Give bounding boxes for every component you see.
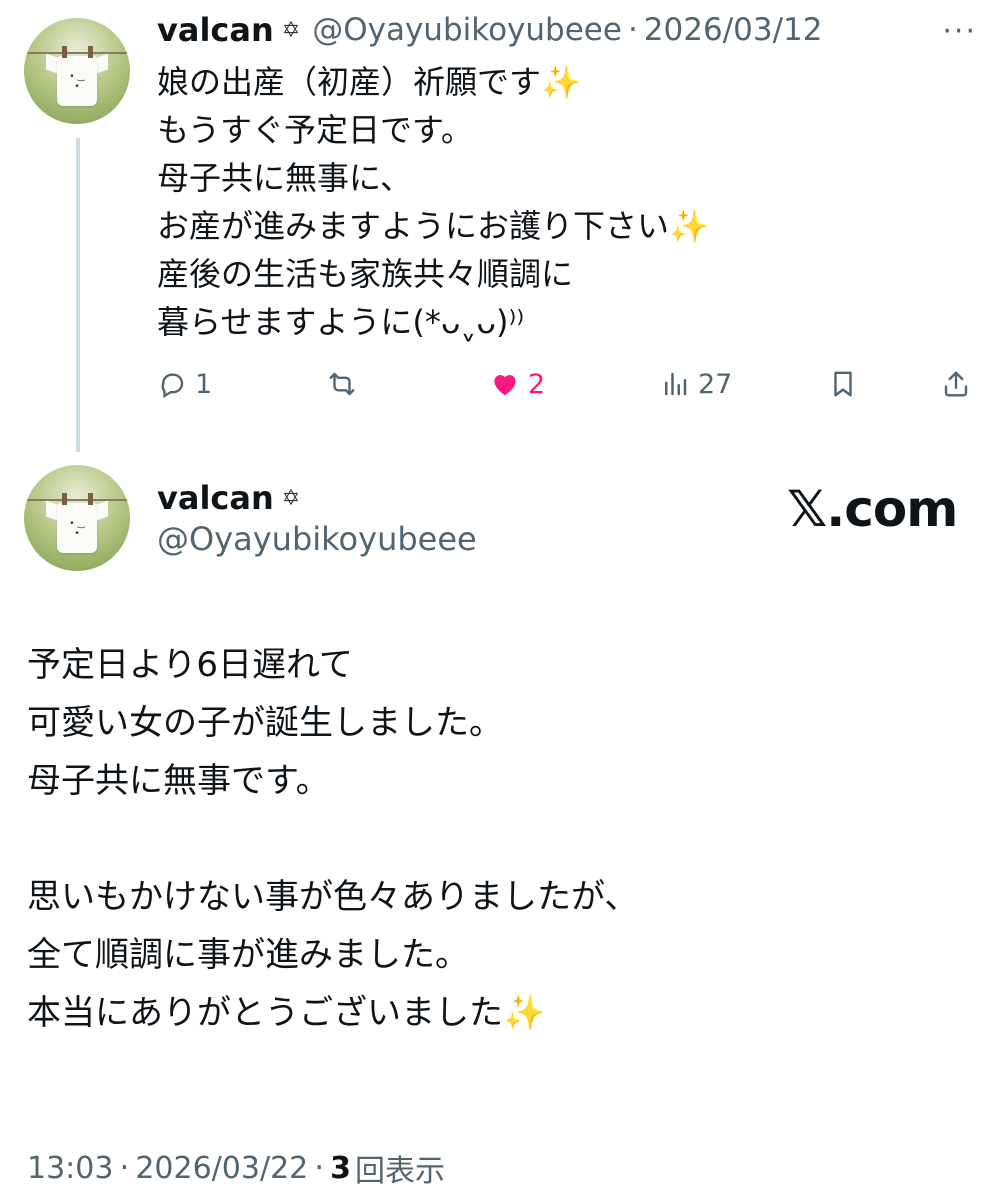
views-count: 27 bbox=[698, 368, 733, 400]
bookmark-button[interactable] bbox=[828, 364, 858, 404]
tweet-time[interactable]: 13:03 bbox=[27, 1151, 113, 1186]
text-line: 全て順調に事が進みました。 bbox=[27, 935, 469, 975]
x-logo: 𝕏.com bbox=[787, 480, 958, 538]
retweet-button[interactable] bbox=[327, 364, 357, 404]
tweet1-actions: 1 2 27 bbox=[157, 364, 975, 404]
reply-button[interactable]: 1 bbox=[157, 364, 212, 404]
tweet-date[interactable]: 2026/03/12 bbox=[644, 12, 823, 48]
badge-icon: ✡ bbox=[281, 17, 301, 43]
separator: · bbox=[314, 1150, 325, 1186]
share-icon bbox=[944, 371, 968, 397]
sparkle-icon: ✨ bbox=[669, 207, 709, 245]
user-handle[interactable]: @Oyayubikoyubeee bbox=[157, 520, 477, 558]
user-handle[interactable]: @Oyayubikoyubeee bbox=[312, 12, 622, 48]
text-line bbox=[27, 810, 967, 868]
text-line: 産後の生活も家族共々順調に bbox=[157, 255, 574, 293]
text-line: 母子共に無事に、 bbox=[157, 159, 413, 197]
avatar[interactable]: • ‿ • bbox=[24, 465, 130, 571]
tweet2-name-row: valcan ✡ bbox=[157, 476, 300, 520]
display-name[interactable]: valcan bbox=[157, 479, 274, 517]
sparkle-icon: ✨ bbox=[541, 63, 581, 101]
avatar[interactable]: • ‿ • bbox=[24, 18, 130, 124]
text-line: 本当にありがとうございました✨ bbox=[27, 993, 546, 1033]
views-count: 3 bbox=[330, 1150, 351, 1186]
separator: · bbox=[119, 1150, 130, 1186]
text-line: 暮らせますように(*ᴗˬᴗ)⁾⁾ bbox=[157, 303, 525, 341]
text-line: 娘の出産（初産）祈願です✨ bbox=[157, 63, 581, 101]
heart-icon bbox=[494, 375, 516, 396]
views-icon bbox=[665, 372, 687, 396]
tweet2-text: 予定日より6日遅れて 可愛い女の子が誕生しました。 母子共に無事です。 思いもか… bbox=[27, 636, 967, 1042]
like-button[interactable]: 2 bbox=[490, 364, 545, 404]
sparkle-icon: ✨ bbox=[503, 993, 546, 1033]
tweet-date[interactable]: 2026/03/22 bbox=[135, 1151, 308, 1186]
like-count: 2 bbox=[528, 368, 546, 400]
retweet-icon bbox=[329, 372, 355, 396]
text-line: もうすぐ予定日です。 bbox=[157, 111, 473, 149]
display-name[interactable]: valcan bbox=[157, 11, 274, 49]
thread-line bbox=[76, 138, 80, 452]
text-line: 母子共に無事です。 bbox=[27, 761, 330, 801]
tweet2-meta: 13:03 · 2026/03/22 · 3 回表示 bbox=[27, 1144, 445, 1192]
text-line: 予定日より6日遅れて bbox=[27, 645, 353, 685]
text-line: 可愛い女の子が誕生しました。 bbox=[27, 703, 503, 743]
badge-icon: ✡ bbox=[281, 485, 301, 511]
separator: · bbox=[627, 12, 638, 48]
tweet1-header: valcan ✡ @Oyayubikoyubeee · 2026/03/12 ·… bbox=[157, 10, 977, 50]
text-line: お産が進みますようにお護り下さい✨ bbox=[157, 207, 709, 245]
views-button[interactable]: 27 bbox=[660, 364, 732, 404]
tweet1-text: 娘の出産（初産）祈願です✨ もうすぐ予定日です。 母子共に無事に、 お産が進みま… bbox=[157, 58, 957, 346]
reply-icon bbox=[161, 373, 184, 398]
text-line: 思いもかけない事が色々ありましたが、 bbox=[27, 877, 639, 917]
views-label: 回表示 bbox=[354, 1154, 445, 1189]
share-button[interactable] bbox=[941, 364, 971, 404]
bookmark-icon bbox=[834, 371, 852, 397]
tweet-thread: • ‿ • valcan ✡ @Oyayubikoyubeee · 2026/0… bbox=[0, 0, 999, 1200]
more-options-icon[interactable]: ··· bbox=[942, 14, 977, 49]
reply-count: 1 bbox=[195, 368, 213, 400]
